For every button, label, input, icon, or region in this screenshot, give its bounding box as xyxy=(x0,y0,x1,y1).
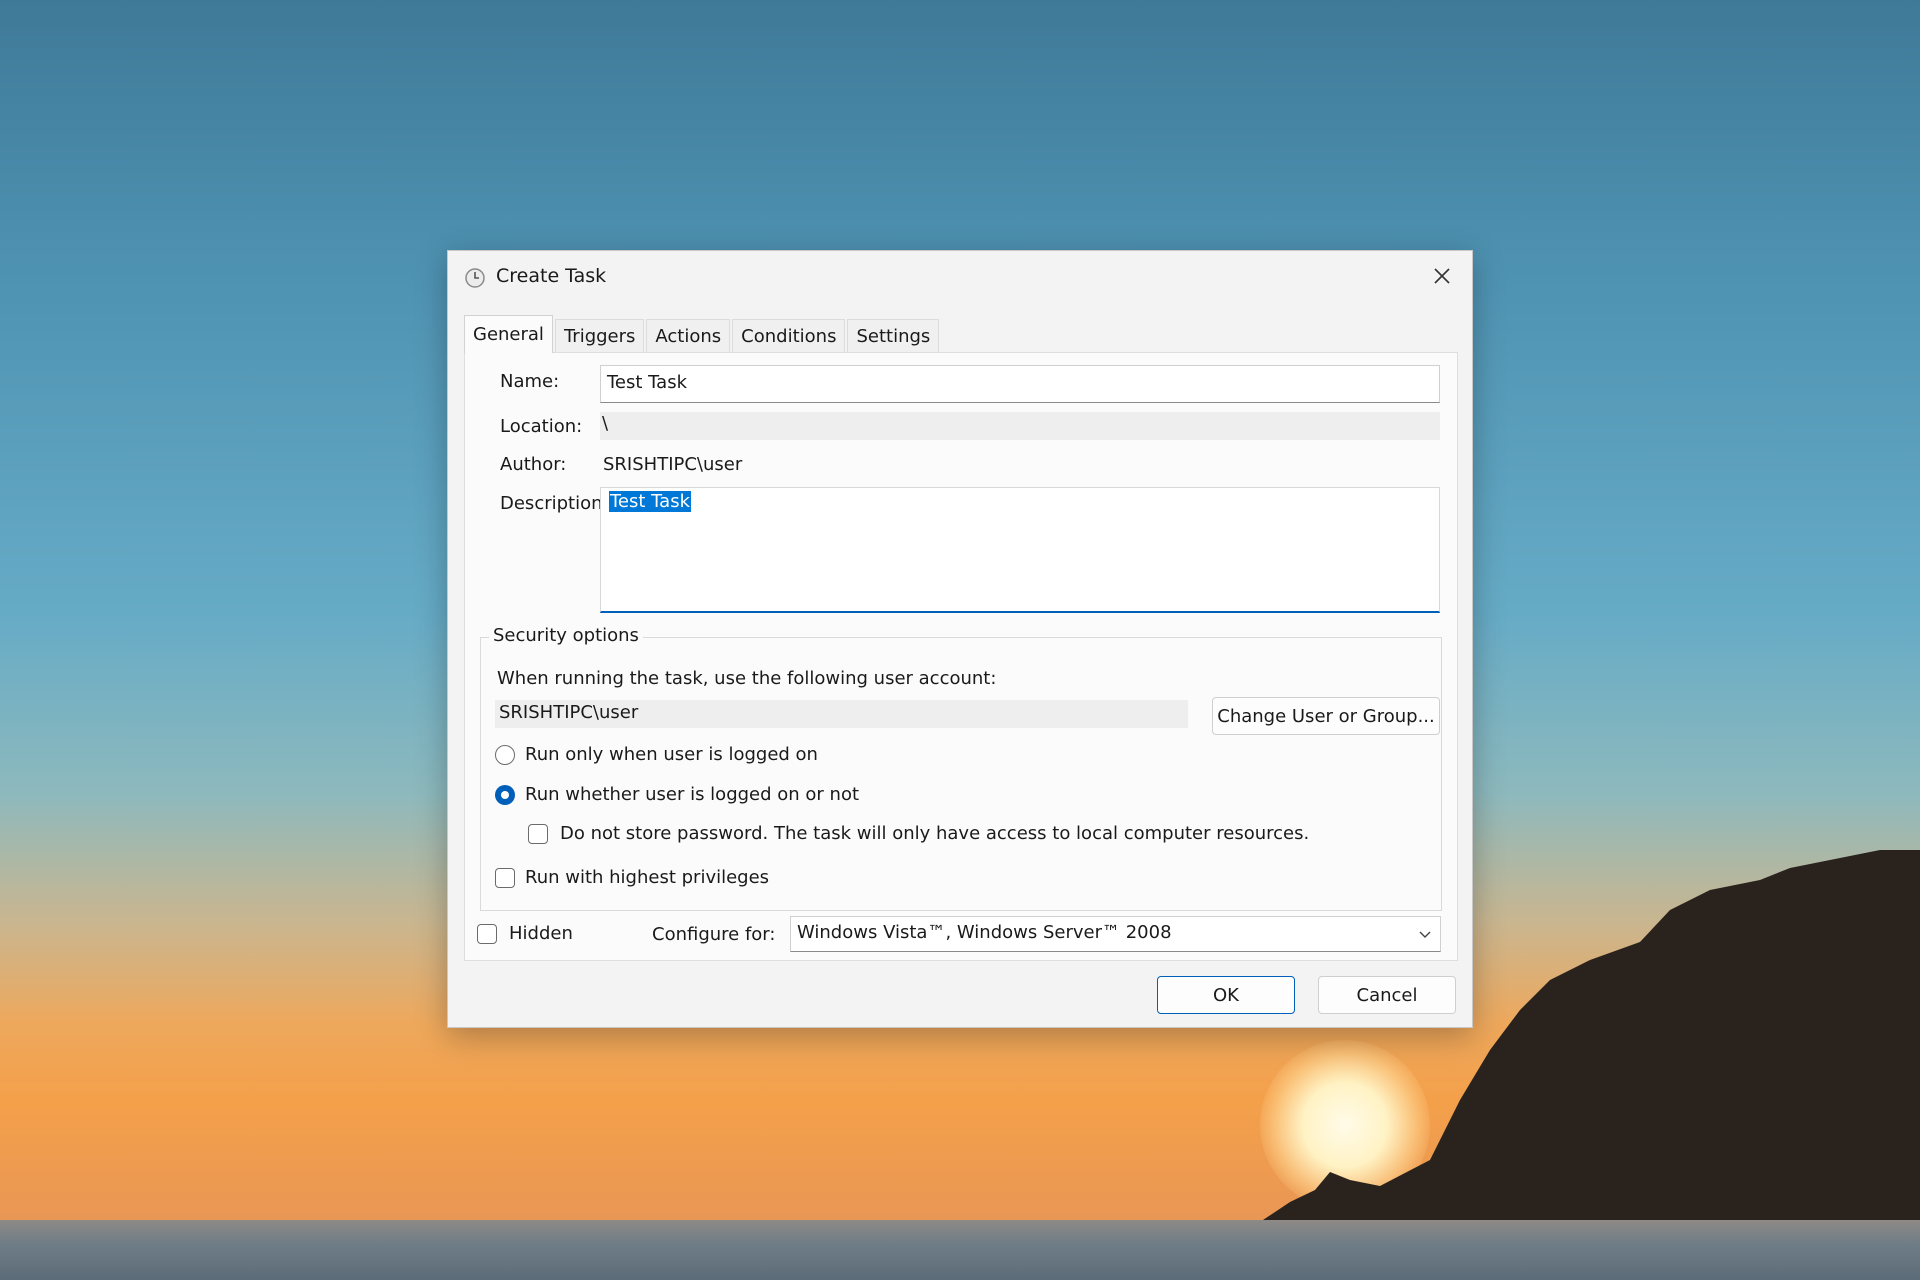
sea xyxy=(0,1220,1920,1280)
highest-privileges-label: Run with highest privileges xyxy=(525,867,770,888)
cancel-button[interactable]: Cancel xyxy=(1318,976,1456,1014)
radio-run-logged-on[interactable]: Run only when user is logged on xyxy=(495,744,818,765)
tab-strip: General Triggers Actions Conditions Sett… xyxy=(464,315,941,353)
location-field: \ xyxy=(600,412,1440,440)
name-label: Name: xyxy=(500,371,560,392)
tab-triggers[interactable]: Triggers xyxy=(554,319,645,353)
tab-general[interactable]: General xyxy=(464,315,553,353)
user-account-field: SRISHTIPC\user xyxy=(495,700,1188,728)
author-value: SRISHTIPC\user xyxy=(603,454,743,475)
checkbox-highest-privileges[interactable]: Run with highest privileges xyxy=(495,867,769,888)
no-store-password-label: Do not store password. The task will onl… xyxy=(560,823,1310,844)
security-options-title: Security options xyxy=(489,625,643,646)
checkbox-hidden[interactable]: Hidden xyxy=(477,923,573,944)
radio-run-whether[interactable]: Run whether user is logged on or not xyxy=(495,784,859,805)
title-bar[interactable]: Create Task xyxy=(448,251,1472,301)
configure-for-value: Windows Vista™, Windows Server™ 2008 xyxy=(797,922,1172,943)
author-label: Author: xyxy=(500,454,567,475)
radio-button-selected[interactable] xyxy=(495,784,515,805)
close-icon xyxy=(1434,268,1450,284)
description-label: Description: xyxy=(500,493,609,514)
radio-whether-label: Run whether user is logged on or not xyxy=(525,784,860,805)
description-textarea[interactable]: Test Task xyxy=(600,487,1440,613)
clock-icon xyxy=(465,268,485,288)
close-button[interactable] xyxy=(1420,257,1464,295)
account-prompt: When running the task, use the following… xyxy=(497,668,997,689)
general-panel: Name: Test Task Location: \ Author: SRIS… xyxy=(464,352,1458,961)
checkbox[interactable] xyxy=(528,823,548,844)
radio-logged-on-label: Run only when user is logged on xyxy=(525,744,818,765)
hidden-label: Hidden xyxy=(509,923,573,944)
location-label: Location: xyxy=(500,416,583,437)
tab-conditions[interactable]: Conditions xyxy=(732,319,846,353)
change-user-button[interactable]: Change User or Group... xyxy=(1212,697,1440,735)
checkbox-no-store-password[interactable]: Do not store password. The task will onl… xyxy=(528,823,1309,844)
ok-button[interactable]: OK xyxy=(1157,976,1295,1014)
description-selected-text: Test Task xyxy=(609,491,692,512)
security-options-group: Security options When running the task, … xyxy=(480,625,1442,911)
tab-settings[interactable]: Settings xyxy=(847,319,940,353)
chevron-down-icon xyxy=(1419,931,1431,938)
window-title: Create Task xyxy=(496,265,607,287)
configure-for-label: Configure for: xyxy=(652,924,776,945)
create-task-dialog: Create Task General Triggers Actions Con… xyxy=(447,250,1473,1028)
name-input[interactable]: Test Task xyxy=(600,365,1440,403)
checkbox[interactable] xyxy=(477,923,497,944)
configure-for-select[interactable]: Windows Vista™, Windows Server™ 2008 xyxy=(790,916,1441,952)
radio-button[interactable] xyxy=(495,744,515,765)
checkbox[interactable] xyxy=(495,867,515,888)
tab-actions[interactable]: Actions xyxy=(646,319,731,353)
